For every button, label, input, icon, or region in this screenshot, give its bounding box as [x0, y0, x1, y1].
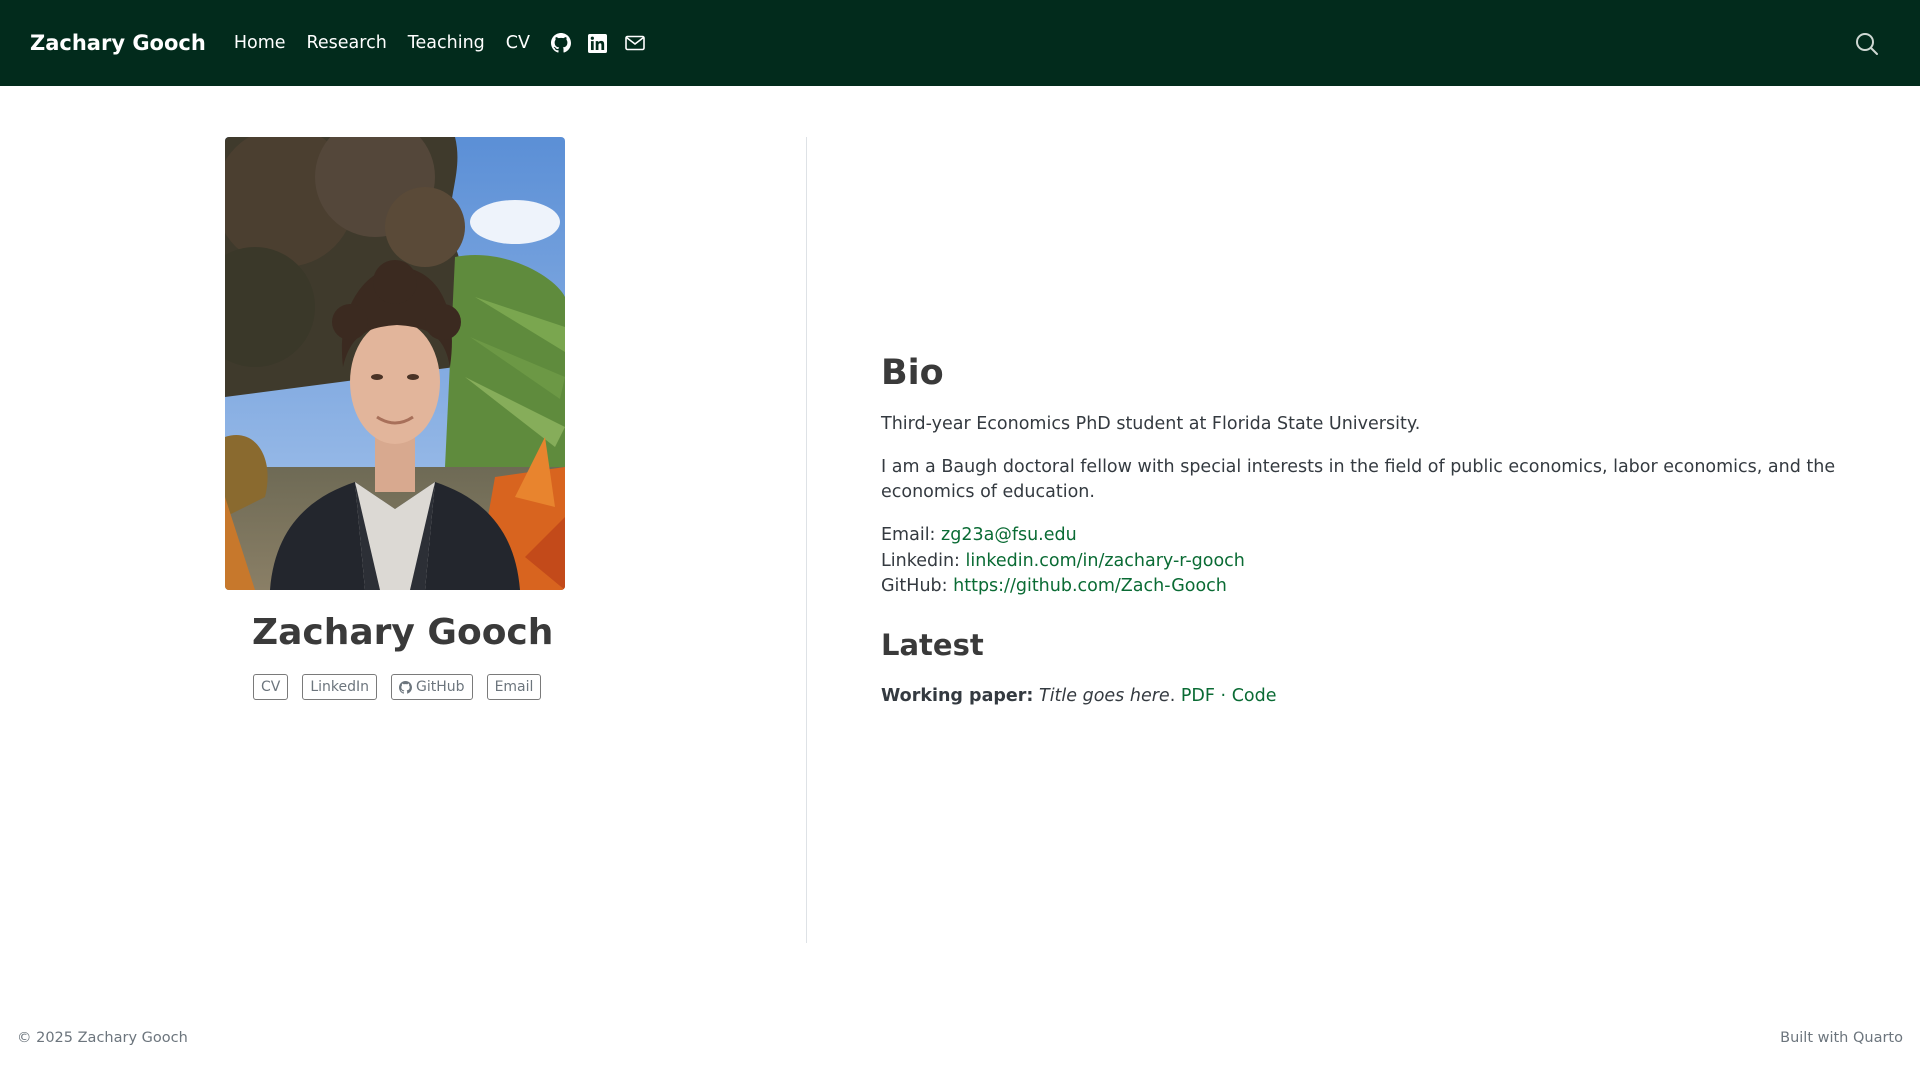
- profile-link-github-label: GitHub: [416, 679, 465, 695]
- profile-link-cv[interactable]: CV: [253, 674, 289, 700]
- profile-link-linkedin[interactable]: LinkedIn: [302, 674, 378, 700]
- profile-photo: [225, 137, 565, 590]
- latest-heading: Latest: [881, 627, 984, 662]
- contact-list: Email: zg23a@fsu.edu Linkedin: linkedin.…: [881, 523, 1841, 600]
- column-divider: [806, 137, 807, 943]
- contact-email: Email: zg23a@fsu.edu: [881, 523, 1841, 549]
- contact-linkedin-link[interactable]: linkedin.com/in/zachary-r-gooch: [966, 551, 1245, 571]
- footer-copyright: © 2025 Zachary Gooch: [17, 1030, 188, 1046]
- navbar-brand[interactable]: Zachary Gooch: [30, 31, 206, 55]
- bio-heading: Bio: [881, 353, 944, 393]
- linkedin-icon[interactable]: [588, 33, 608, 53]
- latest-kind: Working paper:: [881, 686, 1034, 707]
- search-icon[interactable]: [1854, 31, 1880, 57]
- profile-links: CV LinkedIn GitHub Email: [253, 674, 542, 700]
- bio-paragraph-1: Third-year Economics PhD student at Flor…: [881, 414, 1421, 434]
- github-icon: [399, 680, 413, 694]
- latest-code-link[interactable]: Code: [1232, 686, 1277, 706]
- contact-email-label: Email:: [881, 525, 936, 545]
- contact-linkedin: Linkedin: linkedin.com/in/zachary-r-gooc…: [881, 549, 1841, 575]
- footer-built-with: Built with Quarto: [1780, 1030, 1903, 1046]
- contact-email-link[interactable]: zg23a@fsu.edu: [941, 525, 1077, 545]
- contact-github-label: GitHub:: [881, 576, 948, 596]
- top-navbar: Zachary Gooch Home Research Teaching CV: [0, 0, 1920, 86]
- nav-link-teaching[interactable]: Teaching: [408, 33, 485, 53]
- latest-separator: ·: [1220, 686, 1227, 707]
- profile-link-linkedin-label: LinkedIn: [310, 679, 370, 695]
- nav-link-cv[interactable]: CV: [506, 33, 530, 53]
- profile-link-github[interactable]: GitHub: [391, 674, 473, 700]
- latest-pdf-link[interactable]: PDF: [1181, 686, 1215, 706]
- nav-link-research[interactable]: Research: [307, 33, 387, 53]
- latest-period: .: [1169, 686, 1176, 707]
- latest-item: Working paper: Title goes here. PDF · Co…: [881, 684, 1841, 709]
- main-content: Bio Third-year Economics PhD student at …: [881, 352, 1841, 727]
- github-icon[interactable]: [550, 33, 571, 53]
- profile-link-email[interactable]: Email: [486, 674, 542, 700]
- contact-github-link[interactable]: https://github.com/Zach-Gooch: [953, 576, 1227, 596]
- latest-title: Title goes here: [1039, 686, 1170, 707]
- mail-icon[interactable]: [625, 33, 645, 53]
- nav-link-home[interactable]: Home: [234, 33, 286, 53]
- contact-linkedin-label: Linkedin:: [881, 550, 960, 571]
- profile-link-email-label: Email: [494, 679, 534, 695]
- profile-link-cv-label: CV: [261, 679, 281, 695]
- bio-paragraph-2: I am a Baugh doctoral fellow with specia…: [881, 457, 1836, 502]
- contact-github: GitHub: https://github.com/Zach-Gooch: [881, 574, 1841, 600]
- profile-name: Zachary Gooch: [252, 612, 554, 653]
